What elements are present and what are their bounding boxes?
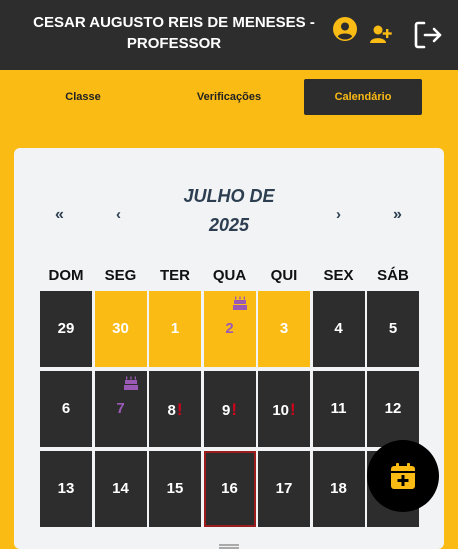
- calendar-day[interactable]: 13: [40, 451, 92, 527]
- month-name: JULHO DE: [183, 186, 275, 206]
- tab-classe[interactable]: Classe: [24, 79, 142, 115]
- day-number: 1: [170, 320, 180, 337]
- calendar-day[interactable]: 5: [367, 291, 419, 367]
- day-number: 8!: [167, 400, 183, 419]
- day-number: 3: [279, 320, 289, 337]
- calendar-day[interactable]: 4: [312, 291, 365, 367]
- next-year-button[interactable]: »: [393, 206, 402, 224]
- birthday-cake-icon: [123, 376, 138, 390]
- calendar-day[interactable]: 2: [203, 291, 256, 367]
- prev-month-button[interactable]: ‹: [116, 206, 121, 223]
- user-title-line1: CESAR AUGUSTO REIS DE MENESES -: [33, 14, 315, 31]
- calendar-day[interactable]: 12: [367, 371, 419, 447]
- calendar-day[interactable]: 29: [40, 291, 92, 367]
- day-number: 15: [166, 480, 184, 497]
- day-number: 4: [334, 320, 343, 337]
- drag-handle-icon[interactable]: [219, 544, 239, 549]
- weekday-label: SEX: [323, 267, 354, 284]
- day-number: 18: [330, 480, 347, 497]
- weekday-label: SEG: [104, 267, 137, 284]
- calendar-plus-icon: [391, 463, 415, 489]
- day-number: 11: [330, 400, 347, 417]
- add-event-button[interactable]: [367, 440, 439, 512]
- user-title: CESAR AUGUSTO REIS DE MENESES - PROFESSO…: [0, 12, 348, 54]
- birthday-cake-icon: [232, 296, 247, 310]
- day-number: 5: [388, 320, 398, 337]
- day-number: 9!: [221, 400, 237, 419]
- day-number: 16: [221, 480, 238, 497]
- prev-year-button[interactable]: «: [55, 206, 64, 224]
- day-number: 14: [112, 480, 129, 497]
- day-number: 6: [61, 400, 71, 417]
- next-month-button[interactable]: ›: [336, 206, 341, 223]
- calendar-day[interactable]: 8!: [149, 371, 201, 447]
- weekday-label: DOM: [48, 267, 84, 284]
- user-circle-icon[interactable]: [333, 17, 357, 41]
- month-title: JULHO DE 2025: [164, 182, 294, 240]
- calendar-day[interactable]: 15: [149, 451, 201, 527]
- calendar-day[interactable]: 17: [258, 451, 310, 527]
- day-number: 12: [384, 400, 402, 417]
- calendar-day[interactable]: 30: [94, 291, 147, 367]
- day-number: 10!: [272, 400, 296, 419]
- tab-verificacoes[interactable]: Verificações: [170, 79, 288, 115]
- calendar-day[interactable]: 6: [40, 371, 92, 447]
- logout-icon[interactable]: [413, 20, 443, 50]
- calendar-day[interactable]: 7: [94, 371, 147, 447]
- day-number: 2: [225, 320, 234, 337]
- calendar-day[interactable]: 14: [94, 451, 147, 527]
- user-plus-icon[interactable]: [370, 24, 392, 44]
- app-header: CESAR AUGUSTO REIS DE MENESES - PROFESSO…: [0, 0, 458, 70]
- calendar-day[interactable]: 11: [312, 371, 365, 447]
- calendar-day[interactable]: 18: [312, 451, 365, 527]
- day-number: 7: [116, 400, 125, 417]
- weekday-label: QUI: [270, 267, 298, 284]
- month-year: 2025: [208, 215, 250, 235]
- tab-bar: Classe Verificações Calendário: [0, 70, 458, 126]
- user-title-line2: PROFESSOR: [126, 35, 222, 52]
- calendar-day[interactable]: 3: [258, 291, 310, 367]
- weekday-label: TER: [160, 267, 190, 284]
- day-number: 30: [112, 320, 129, 337]
- day-number: 17: [275, 480, 293, 497]
- calendar-day[interactable]: 9!: [203, 371, 256, 447]
- calendar-day-today[interactable]: 16: [203, 451, 256, 527]
- alert-icon: !: [176, 400, 183, 419]
- alert-icon: !: [231, 400, 237, 419]
- weekday-label: QUA: [212, 267, 247, 284]
- calendar-day[interactable]: 1: [149, 291, 201, 367]
- calendar-day[interactable]: 10!: [258, 371, 310, 447]
- day-number: 13: [57, 480, 75, 497]
- weekday-label: SÁB: [377, 267, 409, 284]
- tab-calendario[interactable]: Calendário: [304, 79, 422, 115]
- alert-icon: !: [290, 400, 296, 419]
- day-number: 29: [57, 320, 75, 337]
